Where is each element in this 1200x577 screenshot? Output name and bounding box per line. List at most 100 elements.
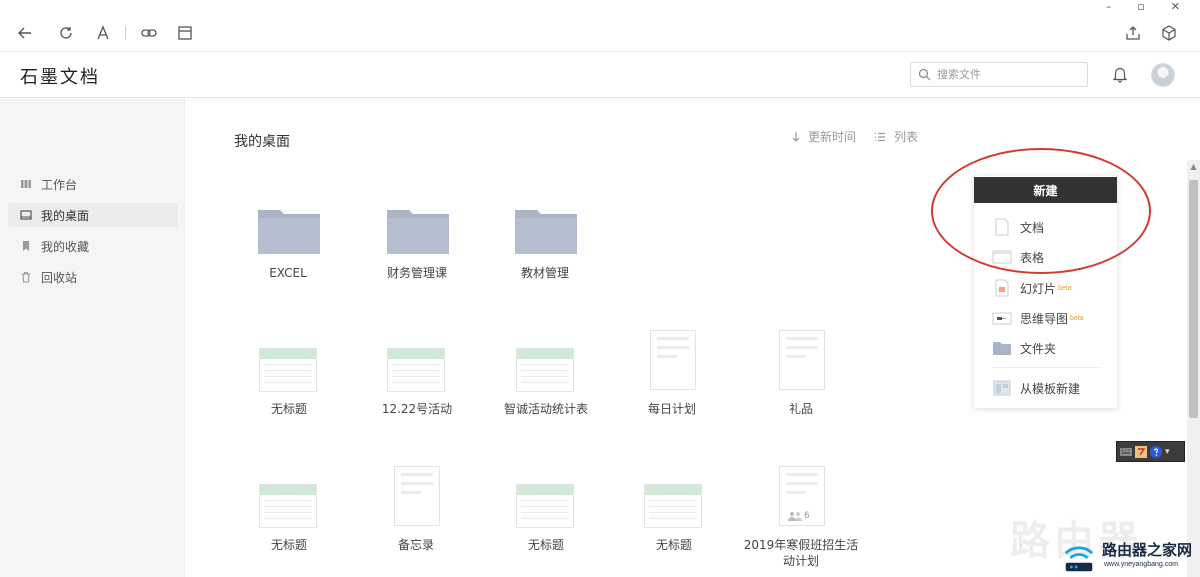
sheet-thumbnail-icon bbox=[259, 484, 317, 528]
folder-item[interactable]: 财务管理课 bbox=[357, 206, 477, 286]
doc-thumbnail-icon bbox=[779, 330, 825, 390]
menu-item-label: 文件夹 bbox=[1020, 341, 1057, 356]
watermark-url: www.yneyangbang.com bbox=[1104, 561, 1178, 568]
folder-icon bbox=[387, 210, 449, 254]
app-header: 石墨文档 bbox=[0, 52, 1200, 98]
desktop-icon bbox=[20, 210, 32, 220]
doc-item[interactable]: 备忘录 bbox=[356, 466, 476, 556]
menu-item-from-template[interactable]: 从模板新建 bbox=[974, 375, 1117, 401]
file-name: 无标题 bbox=[655, 538, 692, 552]
scroll-up-arrow-icon[interactable]: ▲ bbox=[1187, 160, 1200, 174]
sidebar-item-label: 我的收藏 bbox=[41, 239, 90, 254]
share-icon[interactable] bbox=[1124, 24, 1142, 42]
sort-label: 更新时间 bbox=[808, 130, 857, 144]
doc-thumbnail-icon: 6 bbox=[779, 466, 825, 526]
sidebar-item-desktop[interactable]: 我的桌面 bbox=[8, 203, 178, 227]
file-name: 2019年寒假班招生活动计划 bbox=[743, 538, 859, 568]
file-name: 智诚活动统计表 bbox=[503, 402, 588, 416]
doc-thumbnail-icon bbox=[650, 330, 696, 390]
window-controls: – ▫ ✕ bbox=[1106, 0, 1180, 14]
menu-item-sheet[interactable]: 表格 bbox=[974, 244, 1117, 270]
menu-item-slides[interactable]: 幻灯片 beta bbox=[974, 275, 1117, 301]
beta-badge: beta bbox=[1058, 284, 1072, 292]
folder-item[interactable]: 教材管理 bbox=[485, 206, 605, 286]
sheet-thumbnail-icon bbox=[516, 348, 574, 392]
font-icon[interactable] bbox=[94, 24, 112, 42]
search-box[interactable] bbox=[910, 62, 1088, 87]
list-view-button[interactable]: 列表 bbox=[874, 128, 918, 145]
sidebar: 工作台 我的桌面 我的收藏 回收站 bbox=[0, 98, 185, 577]
doc-item[interactable]: 6 2019年寒假班招生活动计划 bbox=[741, 466, 861, 575]
sheet-item[interactable]: 无标题 bbox=[229, 348, 349, 418]
folder-icon bbox=[515, 210, 577, 254]
menu-item-mindmap[interactable]: 思维导图 beta bbox=[974, 305, 1117, 331]
doc-icon bbox=[992, 218, 1012, 236]
brand-logo[interactable]: 石墨文档 bbox=[20, 63, 100, 89]
sheet-item[interactable]: 12.22号活动 bbox=[357, 348, 477, 418]
file-name: 无标题 bbox=[270, 538, 307, 552]
sidebar-item-label: 我的桌面 bbox=[41, 208, 90, 223]
watermark-ring-icon bbox=[948, 510, 1000, 562]
sort-down-arrow-icon bbox=[792, 131, 800, 142]
new-button[interactable]: 新建 bbox=[974, 177, 1117, 203]
menu-item-folder[interactable]: 文件夹 bbox=[974, 335, 1117, 361]
folder-item[interactable]: EXCEL bbox=[228, 206, 348, 286]
file-name: 教材管理 bbox=[520, 266, 569, 280]
bookmark-icon bbox=[23, 241, 29, 251]
sheet-item[interactable]: 无标题 bbox=[229, 484, 349, 554]
avatar[interactable] bbox=[1151, 63, 1175, 87]
scrollbar-thumb[interactable] bbox=[1189, 180, 1198, 418]
sheet-item[interactable]: 无标题 bbox=[486, 484, 606, 554]
menu-divider bbox=[992, 367, 1102, 368]
browser-toolbar bbox=[0, 14, 1200, 52]
ime-mode-icon[interactable] bbox=[1135, 445, 1147, 458]
search-input[interactable] bbox=[937, 68, 1077, 81]
file-name: 礼品 bbox=[788, 402, 813, 416]
sort-by-time-button[interactable]: 更新时间 bbox=[790, 128, 856, 145]
menu-item-label: 幻灯片 bbox=[1020, 281, 1057, 296]
doc-item[interactable]: 每日计划 bbox=[612, 330, 732, 420]
help-icon[interactable] bbox=[1150, 445, 1162, 458]
sheet-item[interactable]: 智诚活动统计表 bbox=[486, 348, 606, 418]
minimize-icon[interactable]: – bbox=[1106, 0, 1112, 14]
maximize-icon[interactable]: ▫ bbox=[1137, 0, 1144, 14]
window-icon[interactable] bbox=[176, 24, 194, 42]
sidebar-item-label: 回收站 bbox=[41, 270, 78, 285]
menu-item-doc[interactable]: 文档 bbox=[974, 214, 1117, 240]
close-icon[interactable]: ✕ bbox=[1171, 0, 1180, 14]
keyboard-icon[interactable] bbox=[1120, 446, 1132, 458]
ime-toolbar[interactable]: ▾ bbox=[1116, 441, 1185, 462]
sheet-thumbnail-icon bbox=[387, 348, 445, 392]
cube-icon[interactable] bbox=[1160, 24, 1178, 42]
watermark-site-name: 路由器之家网 bbox=[1102, 541, 1193, 559]
sheet-thumbnail-icon bbox=[644, 484, 702, 528]
slides-icon bbox=[992, 279, 1012, 297]
file-name: 每日计划 bbox=[647, 402, 696, 416]
file-name: 财务管理课 bbox=[386, 266, 447, 280]
users-icon bbox=[788, 512, 802, 521]
watermark: 路由器 路由器之家网 www.yneyangbang.com bbox=[948, 500, 1200, 577]
back-arrow-icon[interactable] bbox=[16, 24, 34, 42]
file-name: 无标题 bbox=[270, 402, 307, 416]
file-name: 12.22号活动 bbox=[381, 402, 453, 416]
sheet-thumbnail-icon bbox=[259, 348, 317, 392]
ime-options-icon[interactable]: ▾ bbox=[1165, 447, 1170, 457]
sidebar-item-label: 工作台 bbox=[41, 177, 78, 192]
sidebar-item-workbench[interactable]: 工作台 bbox=[8, 172, 178, 196]
doc-item[interactable]: 礼品 bbox=[741, 330, 861, 420]
sidebar-item-favorites[interactable]: 我的收藏 bbox=[8, 234, 178, 258]
link-icon[interactable] bbox=[140, 24, 158, 42]
workbench-icon bbox=[21, 180, 31, 188]
sheet-item[interactable]: 无标题 bbox=[614, 484, 734, 554]
sidebar-item-trash[interactable]: 回收站 bbox=[8, 265, 178, 289]
new-file-menu: 新建 文档 表格 幻灯片 beta 思维导图 beta 文件夹 从模板新建 bbox=[974, 176, 1117, 408]
notification-bell-icon[interactable] bbox=[1111, 65, 1129, 83]
mindmap-icon bbox=[992, 309, 1012, 327]
folder-icon bbox=[992, 339, 1012, 357]
shared-users-badge: 6 bbox=[788, 511, 810, 521]
refresh-icon[interactable] bbox=[57, 24, 75, 42]
sheet-icon bbox=[992, 248, 1012, 266]
menu-item-label: 从模板新建 bbox=[1020, 381, 1081, 396]
file-name: EXCEL bbox=[269, 266, 307, 280]
search-icon bbox=[918, 68, 931, 81]
